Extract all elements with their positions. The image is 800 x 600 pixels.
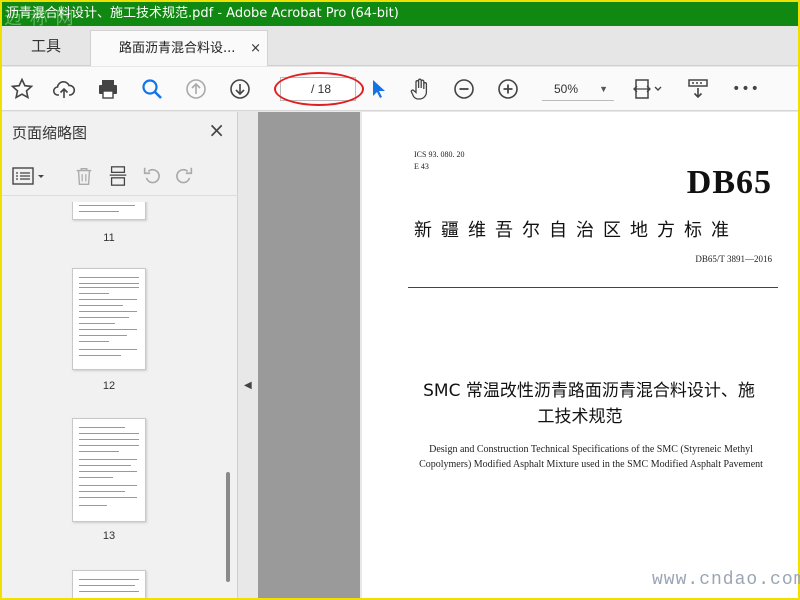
watermark-bottom: www.cndao.com	[652, 570, 800, 590]
search-icon[interactable]	[138, 75, 166, 103]
fit-page-icon[interactable]	[630, 75, 666, 103]
adjacent-page	[258, 112, 360, 598]
tab-bar: 工具 路面沥青混合料设... ×	[2, 26, 798, 66]
page-thumbnail[interactable]	[72, 268, 146, 370]
chevron-down-icon: ▼	[599, 84, 608, 94]
standard-name: 新疆维吾尔自治区地方标准	[414, 220, 738, 241]
page-number-input[interactable]: / 18	[280, 77, 356, 101]
tab-tools[interactable]: 工具	[2, 26, 90, 66]
thumbnail-label: 13	[102, 530, 116, 542]
page-thumbnail[interactable]	[72, 570, 146, 598]
zoom-select[interactable]: 50% ▼	[542, 77, 614, 101]
thumbnail-panel: 页面缩略图 × 11 12 13	[2, 112, 238, 598]
page-total: / 18	[311, 82, 332, 96]
extract-page-icon[interactable]	[106, 164, 130, 188]
zoom-in-icon[interactable]	[494, 75, 522, 103]
chevron-left-icon[interactable]: ◀	[244, 380, 252, 391]
panel-title: 页面缩略图	[12, 124, 88, 142]
panel-scrollbar[interactable]	[226, 472, 230, 582]
standard-number: DB65/T 3891—2016	[695, 254, 772, 264]
divider	[408, 287, 778, 288]
rotate-right-icon[interactable]	[172, 164, 196, 188]
pdf-page: ICS 93. 080. 20 E 43 DB65 新疆维吾尔自治区地方标准 D…	[362, 112, 798, 598]
tab-document[interactable]: 路面沥青混合料设... ×	[90, 30, 268, 66]
collapse-panel-handle[interactable]: ◀	[240, 112, 256, 598]
options-menu-icon[interactable]	[12, 164, 46, 188]
zoom-value: 50%	[554, 82, 579, 96]
main-toolbar: / 18 50% ▼ •••	[2, 67, 798, 111]
classification-code: E 43	[414, 162, 429, 171]
title-cn-line1: SMC 常温改性沥青路面沥青混合料设计、施	[423, 381, 755, 401]
title-cn-line2: 工技术规范	[537, 407, 623, 427]
more-icon[interactable]: •••	[732, 75, 760, 103]
thumbnail-list: 11 12 13	[2, 202, 224, 598]
ics-code: ICS 93. 080. 20	[414, 150, 465, 159]
trash-icon[interactable]	[72, 164, 96, 188]
panel-toolbar	[2, 156, 238, 196]
title-en: Design and Construction Technical Specif…	[419, 444, 763, 470]
page-thumbnail[interactable]	[72, 418, 146, 522]
star-icon[interactable]	[8, 75, 36, 103]
rotate-left-icon[interactable]	[140, 164, 164, 188]
select-arrow-icon[interactable]	[364, 75, 392, 103]
thumbnail-label: 11	[103, 232, 115, 244]
tab-document-label: 路面沥青混合料设...	[119, 41, 236, 56]
printer-icon[interactable]	[94, 75, 122, 103]
hand-icon[interactable]	[406, 75, 434, 103]
window-titlebar: 沥青混合料设计、施工技术规范.pdf - Adobe Acrobat Pro (…	[2, 2, 798, 26]
scroll-mode-icon[interactable]	[684, 75, 712, 103]
thumbnail-label: 12	[102, 380, 116, 392]
zoom-out-icon[interactable]	[450, 75, 478, 103]
standard-prefix: DB65	[686, 164, 772, 201]
close-icon[interactable]: ×	[208, 118, 225, 142]
tab-close-icon[interactable]: ×	[250, 31, 261, 67]
page-down-icon[interactable]	[226, 75, 254, 103]
document-view: ◀ ICS 93. 080. 20 E 43 DB65 新疆维吾尔自治区地方标准…	[240, 112, 798, 598]
page-thumbnail[interactable]	[72, 202, 146, 220]
cloud-upload-icon[interactable]	[50, 75, 78, 103]
page-up-icon[interactable]	[182, 75, 210, 103]
page-number-control: / 18	[274, 72, 364, 106]
